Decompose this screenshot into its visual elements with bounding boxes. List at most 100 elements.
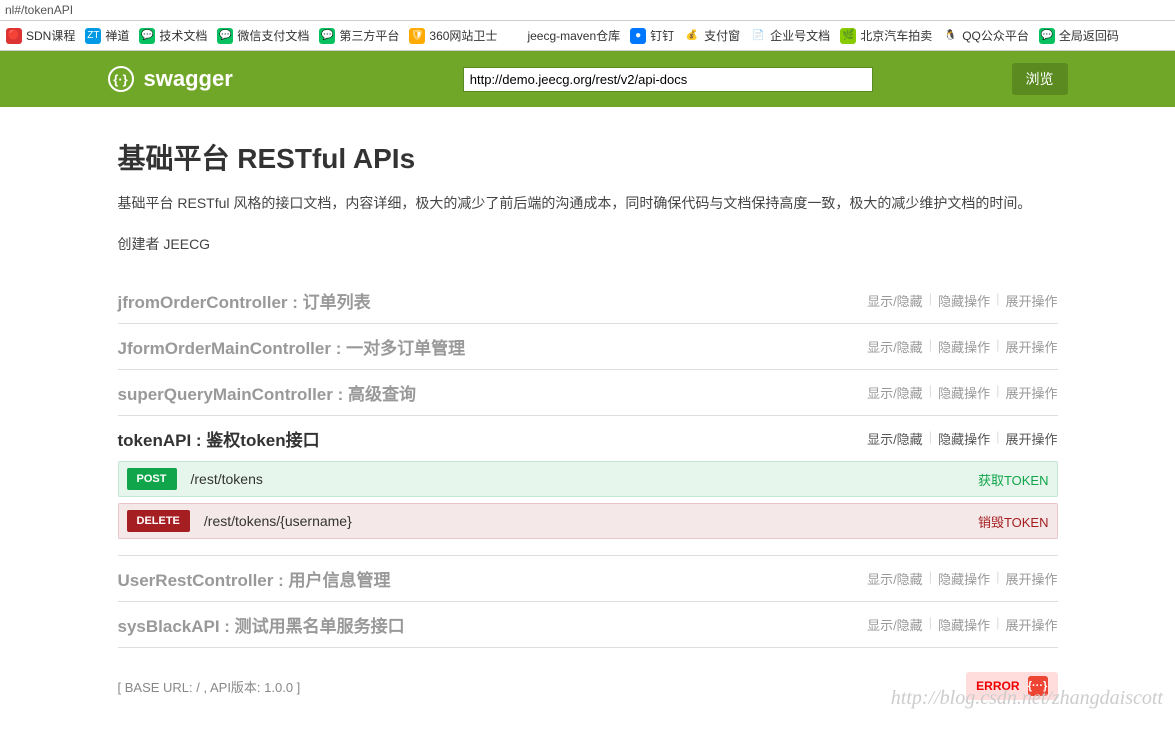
operation-row[interactable]: DELETE/rest/tokens/{username} 销毁TOKEN	[118, 503, 1058, 539]
bookmark-icon: 📄	[750, 28, 766, 44]
resource-links: 显示/隐藏|隐藏操作|展开操作	[867, 337, 1057, 356]
error-text: ERROR	[976, 679, 1019, 693]
resource-links: 显示/隐藏|隐藏操作|展开操作	[867, 569, 1057, 588]
bookmark-item[interactable]: ZT禅道	[83, 27, 131, 44]
resource-name[interactable]: jfromOrderController : 订单列表	[118, 288, 371, 313]
bookmark-item[interactable]: 📄企业号文档	[748, 27, 832, 44]
api-description: 基础平台 RESTful 风格的接口文档，内容详细，极大的减少了前后端的沟通成本…	[118, 191, 1058, 216]
resource-links: 显示/隐藏|隐藏操作|展开操作	[867, 383, 1057, 402]
resource-jfromOrderController: jfromOrderController : 订单列表 显示/隐藏|隐藏操作|展开…	[118, 278, 1058, 324]
bookmark-icon: 🐧	[942, 28, 958, 44]
bookmark-item[interactable]: 💬全局返回码	[1037, 27, 1121, 44]
swagger-brand: swagger	[144, 66, 233, 92]
resource-link-expand_ops[interactable]: 展开操作	[1005, 337, 1057, 356]
resource-UserRestController: UserRestController : 用户信息管理 显示/隐藏|隐藏操作|展开…	[118, 556, 1058, 602]
resource-link-show_hide[interactable]: 显示/隐藏	[867, 429, 923, 448]
resource-link-hide_ops[interactable]: 隐藏操作	[938, 337, 990, 356]
footer: [ BASE URL: / , API版本: 1.0.0 ] ERROR {··…	[118, 672, 1058, 700]
bookmark-icon: N	[507, 28, 523, 44]
resource-link-expand_ops[interactable]: 展开操作	[1005, 383, 1057, 402]
bookmark-icon: 💬	[319, 28, 335, 44]
bookmark-label: 360网站卫士	[429, 27, 497, 44]
api-title: 基础平台 RESTful APIs	[118, 137, 1058, 177]
resource-link-hide_ops[interactable]: 隐藏操作	[938, 569, 990, 588]
resource-header[interactable]: sysBlackAPI : 测试用黑名单服务接口 显示/隐藏|隐藏操作|展开操作	[118, 612, 1058, 637]
resource-link-show_hide[interactable]: 显示/隐藏	[867, 291, 923, 310]
bookmark-label: 技术文档	[159, 27, 207, 44]
bookmark-item[interactable]: 💬第三方平台	[317, 27, 401, 44]
resource-name[interactable]: superQueryMainController : 高级查询	[118, 380, 416, 405]
bookmark-item[interactable]: 💬微信支付文档	[215, 27, 311, 44]
bookmark-icon: 💬	[1039, 28, 1055, 44]
resource-link-hide_ops[interactable]: 隐藏操作	[938, 429, 990, 448]
operation-row[interactable]: POST/rest/tokens 获取TOKEN	[118, 461, 1058, 497]
main-container: 基础平台 RESTful APIs 基础平台 RESTful 风格的接口文档，内…	[108, 107, 1068, 730]
resource-link-hide_ops[interactable]: 隐藏操作	[938, 383, 990, 402]
bookmark-icon: 💬	[217, 28, 233, 44]
error-badge[interactable]: ERROR {···}	[966, 672, 1057, 700]
bookmark-label: 钉钉	[650, 27, 674, 44]
resource-links: 显示/隐藏|隐藏操作|展开操作	[867, 615, 1057, 634]
bookmark-item[interactable]: 🔴SDN课程	[4, 27, 77, 44]
resource-name[interactable]: sysBlackAPI : 测试用黑名单服务接口	[118, 612, 405, 637]
resource-header[interactable]: JformOrderMainController : 一对多订单管理 显示/隐藏|…	[118, 334, 1058, 359]
resource-link-expand_ops[interactable]: 展开操作	[1005, 615, 1057, 634]
bookmark-item[interactable]: ●钉钉	[628, 27, 676, 44]
resource-link-hide_ops[interactable]: 隐藏操作	[938, 291, 990, 310]
method-badge: POST	[127, 468, 177, 490]
bookmark-icon: ●	[630, 28, 646, 44]
bookmark-icon: 🌿	[840, 28, 856, 44]
resource-link-show_hide[interactable]: 显示/隐藏	[867, 337, 923, 356]
bookmark-item[interactable]: 🌿北京汽车拍卖	[838, 27, 934, 44]
bookmark-icon: 💰	[684, 28, 700, 44]
method-badge: DELETE	[127, 510, 190, 532]
resource-superQueryMainController: superQueryMainController : 高级查询 显示/隐藏|隐藏操…	[118, 370, 1058, 416]
bookmark-item[interactable]: 🐧QQ公众平台	[940, 27, 1031, 44]
bookmark-label: 禅道	[105, 27, 129, 44]
resource-header[interactable]: jfromOrderController : 订单列表 显示/隐藏|隐藏操作|展开…	[118, 288, 1058, 313]
resource-link-show_hide[interactable]: 显示/隐藏	[867, 383, 923, 402]
operation-summary: 销毁TOKEN	[978, 512, 1049, 531]
bookmark-item[interactable]: Njeecg-maven仓库	[505, 27, 622, 44]
base-url-info: [ BASE URL: / , API版本: 1.0.0 ]	[118, 677, 301, 696]
api-url-input[interactable]	[463, 67, 873, 92]
operation-summary: 获取TOKEN	[978, 470, 1049, 489]
bookmark-label: 北京汽车拍卖	[860, 27, 932, 44]
bookmark-label: QQ公众平台	[962, 27, 1029, 44]
bookmark-label: 微信支付文档	[237, 27, 309, 44]
swagger-logo[interactable]: {·} swagger	[108, 66, 233, 92]
resource-link-expand_ops[interactable]: 展开操作	[1005, 291, 1057, 310]
resource-name[interactable]: tokenAPI : 鉴权token接口	[118, 426, 320, 451]
swagger-logo-icon: {·}	[108, 66, 134, 92]
bookmark-icon: 🔴	[6, 28, 22, 44]
resource-link-expand_ops[interactable]: 展开操作	[1005, 569, 1057, 588]
operation-path: /rest/tokens/{username}	[204, 513, 352, 529]
bookmark-label: 全局返回码	[1059, 27, 1119, 44]
bookmark-item[interactable]: 💬技术文档	[137, 27, 209, 44]
bookmark-icon: 🛡	[409, 28, 425, 44]
resource-name[interactable]: JformOrderMainController : 一对多订单管理	[118, 334, 466, 359]
operation-path: /rest/tokens	[191, 471, 263, 487]
address-bar-fragment: nl#/tokenAPI	[0, 0, 1175, 21]
resource-sysBlackAPI: sysBlackAPI : 测试用黑名单服务接口 显示/隐藏|隐藏操作|展开操作	[118, 602, 1058, 648]
resource-link-hide_ops[interactable]: 隐藏操作	[938, 615, 990, 634]
resource-links: 显示/隐藏|隐藏操作|展开操作	[867, 291, 1057, 310]
resource-header[interactable]: tokenAPI : 鉴权token接口显示/隐藏|隐藏操作|展开操作	[118, 426, 1058, 451]
bookmark-label: 第三方平台	[339, 27, 399, 44]
explore-button[interactable]: 浏览	[1012, 63, 1068, 95]
bookmark-item[interactable]: 💰支付窗	[682, 27, 742, 44]
bookmark-label: jeecg-maven仓库	[527, 27, 620, 44]
bookmark-icon: ZT	[85, 28, 101, 44]
resource-link-expand_ops[interactable]: 展开操作	[1005, 429, 1057, 448]
bookmark-label: SDN课程	[26, 27, 75, 44]
api-creator: 创建者 JEECG	[118, 234, 1058, 254]
resource-JformOrderMainController: JformOrderMainController : 一对多订单管理 显示/隐藏|…	[118, 324, 1058, 370]
swagger-header: {·} swagger 浏览	[0, 51, 1175, 107]
resource-header[interactable]: superQueryMainController : 高级查询 显示/隐藏|隐藏操…	[118, 380, 1058, 405]
resource-name[interactable]: UserRestController : 用户信息管理	[118, 566, 391, 591]
bookmarks-bar: 🔴SDN课程ZT禅道💬技术文档💬微信支付文档💬第三方平台🛡360网站卫士Njee…	[0, 21, 1175, 51]
resource-link-show_hide[interactable]: 显示/隐藏	[867, 569, 923, 588]
resource-link-show_hide[interactable]: 显示/隐藏	[867, 615, 923, 634]
bookmark-item[interactable]: 🛡360网站卫士	[407, 27, 499, 44]
resource-header[interactable]: UserRestController : 用户信息管理 显示/隐藏|隐藏操作|展开…	[118, 566, 1058, 591]
